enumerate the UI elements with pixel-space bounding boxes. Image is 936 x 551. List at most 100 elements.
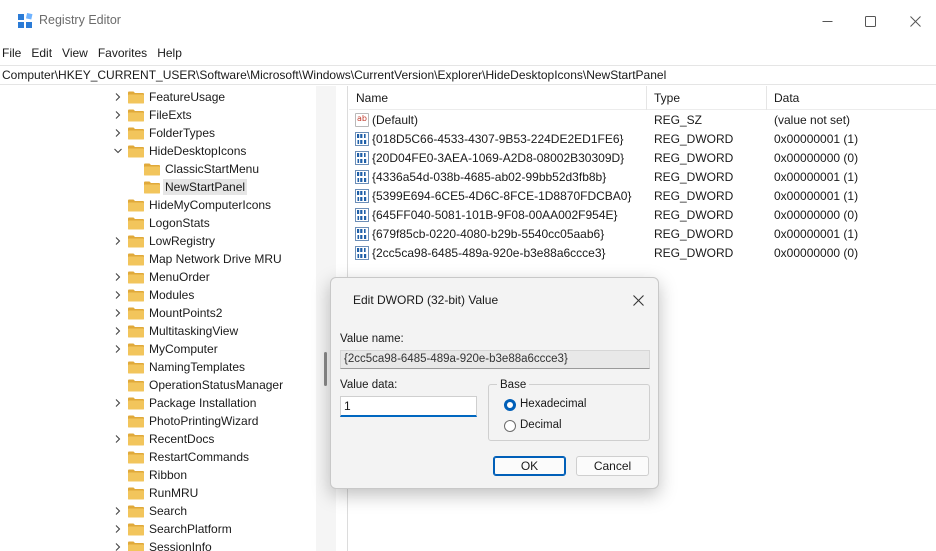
- chevron-right-icon[interactable]: [113, 398, 123, 408]
- value-row[interactable]: {645FF040-5081-101B-9F08-00AA002F954E} RE…: [349, 206, 936, 225]
- tree-item[interactable]: RunMRU: [0, 484, 316, 502]
- hexadecimal-radio[interactable]: [504, 399, 516, 411]
- folder-icon: [128, 253, 144, 266]
- tree-item[interactable]: FileExts: [0, 106, 316, 124]
- chevron-right-icon[interactable]: [113, 542, 123, 551]
- value-name: {018D5C66-4533-4307-9B53-224DE2ED1FE6}: [372, 132, 624, 146]
- tree-item-label: FeatureUsage: [149, 90, 226, 104]
- tree-item[interactable]: Map Network Drive MRU: [0, 250, 316, 268]
- column-header-type[interactable]: Type: [647, 86, 767, 110]
- hexadecimal-label[interactable]: Hexadecimal: [520, 398, 586, 410]
- tree-item[interactable]: RestartCommands: [0, 448, 316, 466]
- column-header-data[interactable]: Data: [767, 86, 936, 110]
- tree-scrollbar-thumb[interactable]: [324, 352, 327, 386]
- address-bar[interactable]: Computer\HKEY_CURRENT_USER\Software\Micr…: [0, 65, 936, 85]
- chevron-right-icon[interactable]: [113, 308, 123, 318]
- menu-help[interactable]: Help: [155, 44, 190, 64]
- tree-item[interactable]: Search: [0, 502, 316, 520]
- tree-item[interactable]: FolderTypes: [0, 124, 316, 142]
- value-row[interactable]: {2cc5ca98-6485-489a-920e-b3e88a6ccce3} RE…: [349, 244, 936, 263]
- tree-item-label: HideDesktopIcons: [149, 144, 247, 158]
- chevron-down-icon[interactable]: [113, 146, 123, 156]
- base-group: [488, 384, 650, 441]
- chevron-right-icon[interactable]: [113, 128, 123, 138]
- column-header-name[interactable]: Name: [349, 86, 647, 110]
- menu-view[interactable]: View: [60, 44, 96, 64]
- folder-icon: [128, 433, 144, 446]
- tree-item-label: FileExts: [149, 108, 192, 122]
- binary-value-icon: [355, 132, 369, 146]
- tree-item[interactable]: PhotoPrintingWizard: [0, 412, 316, 430]
- chevron-right-icon[interactable]: [113, 290, 123, 300]
- tree-item[interactable]: SearchPlatform: [0, 520, 316, 538]
- value-row[interactable]: {5399E694-6CE5-4D6C-8FCE-1D8870FDCBA0} RE…: [349, 187, 936, 206]
- tree-item[interactable]: NewStartPanel: [0, 178, 316, 196]
- tree-item[interactable]: RecentDocs: [0, 430, 316, 448]
- tree-item[interactable]: NamingTemplates: [0, 358, 316, 376]
- menu-favorites[interactable]: Favorites: [96, 44, 155, 64]
- chevron-right-icon[interactable]: [113, 92, 123, 102]
- tree-item[interactable]: HideDesktopIcons: [0, 142, 316, 160]
- value-data: 0x00000001 (1): [774, 189, 859, 203]
- value-row[interactable]: {018D5C66-4533-4307-9B53-224DE2ED1FE6} RE…: [349, 130, 936, 149]
- tree-item[interactable]: OperationStatusManager: [0, 376, 316, 394]
- tree-item-label: Ribbon: [149, 468, 188, 482]
- folder-icon: [128, 343, 144, 356]
- folder-icon: [144, 181, 160, 194]
- value-name: {4336a54d-038b-4685-ab02-99bb52d3fb8b}: [372, 170, 607, 184]
- menu-edit[interactable]: Edit: [29, 44, 60, 64]
- minimize-button[interactable]: [804, 8, 850, 34]
- ok-button[interactable]: OK: [493, 456, 566, 476]
- tree-item[interactable]: HideMyComputerIcons: [0, 196, 316, 214]
- tree-item[interactable]: Ribbon: [0, 466, 316, 484]
- value-name: (Default): [372, 113, 419, 127]
- tree-item[interactable]: ClassicStartMenu: [0, 160, 316, 178]
- tree-item[interactable]: MultitaskingView: [0, 322, 316, 340]
- minimize-icon: [822, 20, 832, 22]
- tree-item-label: Modules: [149, 288, 195, 302]
- decimal-label[interactable]: Decimal: [520, 419, 562, 431]
- chevron-right-icon[interactable]: [113, 434, 123, 444]
- chevron-right-icon[interactable]: [113, 236, 123, 246]
- binary-glyph: [355, 170, 369, 184]
- chevron-right-icon[interactable]: [113, 326, 123, 336]
- binary-glyph: [355, 227, 369, 241]
- tree-item-label: LogonStats: [149, 216, 210, 230]
- tree-item[interactable]: LowRegistry: [0, 232, 316, 250]
- tree-item[interactable]: SessionInfo: [0, 538, 316, 551]
- tree-item[interactable]: MountPoints2: [0, 304, 316, 322]
- value-data: (value not set): [774, 113, 851, 127]
- tree-item[interactable]: LogonStats: [0, 214, 316, 232]
- cancel-button[interactable]: Cancel: [576, 456, 649, 476]
- value-row[interactable]: {4336a54d-038b-4685-ab02-99bb52d3fb8b} RE…: [349, 168, 936, 187]
- decimal-radio[interactable]: [504, 420, 516, 432]
- chevron-right-icon[interactable]: [113, 272, 123, 282]
- maximize-button[interactable]: [847, 8, 893, 34]
- folder-icon: [144, 163, 160, 176]
- value-row[interactable]: {20D04FE0-3AEA-1069-A2D8-08002B30309D} RE…: [349, 149, 936, 168]
- chevron-right-icon[interactable]: [113, 110, 123, 120]
- tree-item-label: RunMRU: [149, 486, 199, 500]
- dialog-close-button[interactable]: [624, 286, 652, 314]
- tree-item[interactable]: Package Installation: [0, 394, 316, 412]
- binary-glyph: [355, 189, 369, 203]
- close-icon: [632, 294, 644, 306]
- close-button[interactable]: [892, 8, 936, 34]
- value-type: REG_DWORD: [654, 189, 734, 203]
- binary-value-icon: [355, 151, 369, 165]
- tree-item[interactable]: FeatureUsage: [0, 88, 316, 106]
- chevron-right-icon[interactable]: [113, 344, 123, 354]
- folder-icon: [128, 235, 144, 248]
- chevron-right-icon[interactable]: [113, 506, 123, 516]
- value-type: REG_SZ: [654, 113, 703, 127]
- tree-item[interactable]: MyComputer: [0, 340, 316, 358]
- value-row[interactable]: {679f85cb-0220-4080-b29b-5540cc05aab6} RE…: [349, 225, 936, 244]
- tree-item[interactable]: MenuOrder: [0, 268, 316, 286]
- menu-file[interactable]: File: [0, 44, 29, 64]
- chevron-right-icon[interactable]: [113, 524, 123, 534]
- tree-item[interactable]: Modules: [0, 286, 316, 304]
- folder-icon: [128, 361, 144, 374]
- value-row[interactable]: ab (Default) REG_SZ (value not set): [349, 111, 936, 130]
- value-data-input[interactable]: 1: [340, 396, 477, 417]
- tree-item-label: Package Installation: [149, 396, 257, 410]
